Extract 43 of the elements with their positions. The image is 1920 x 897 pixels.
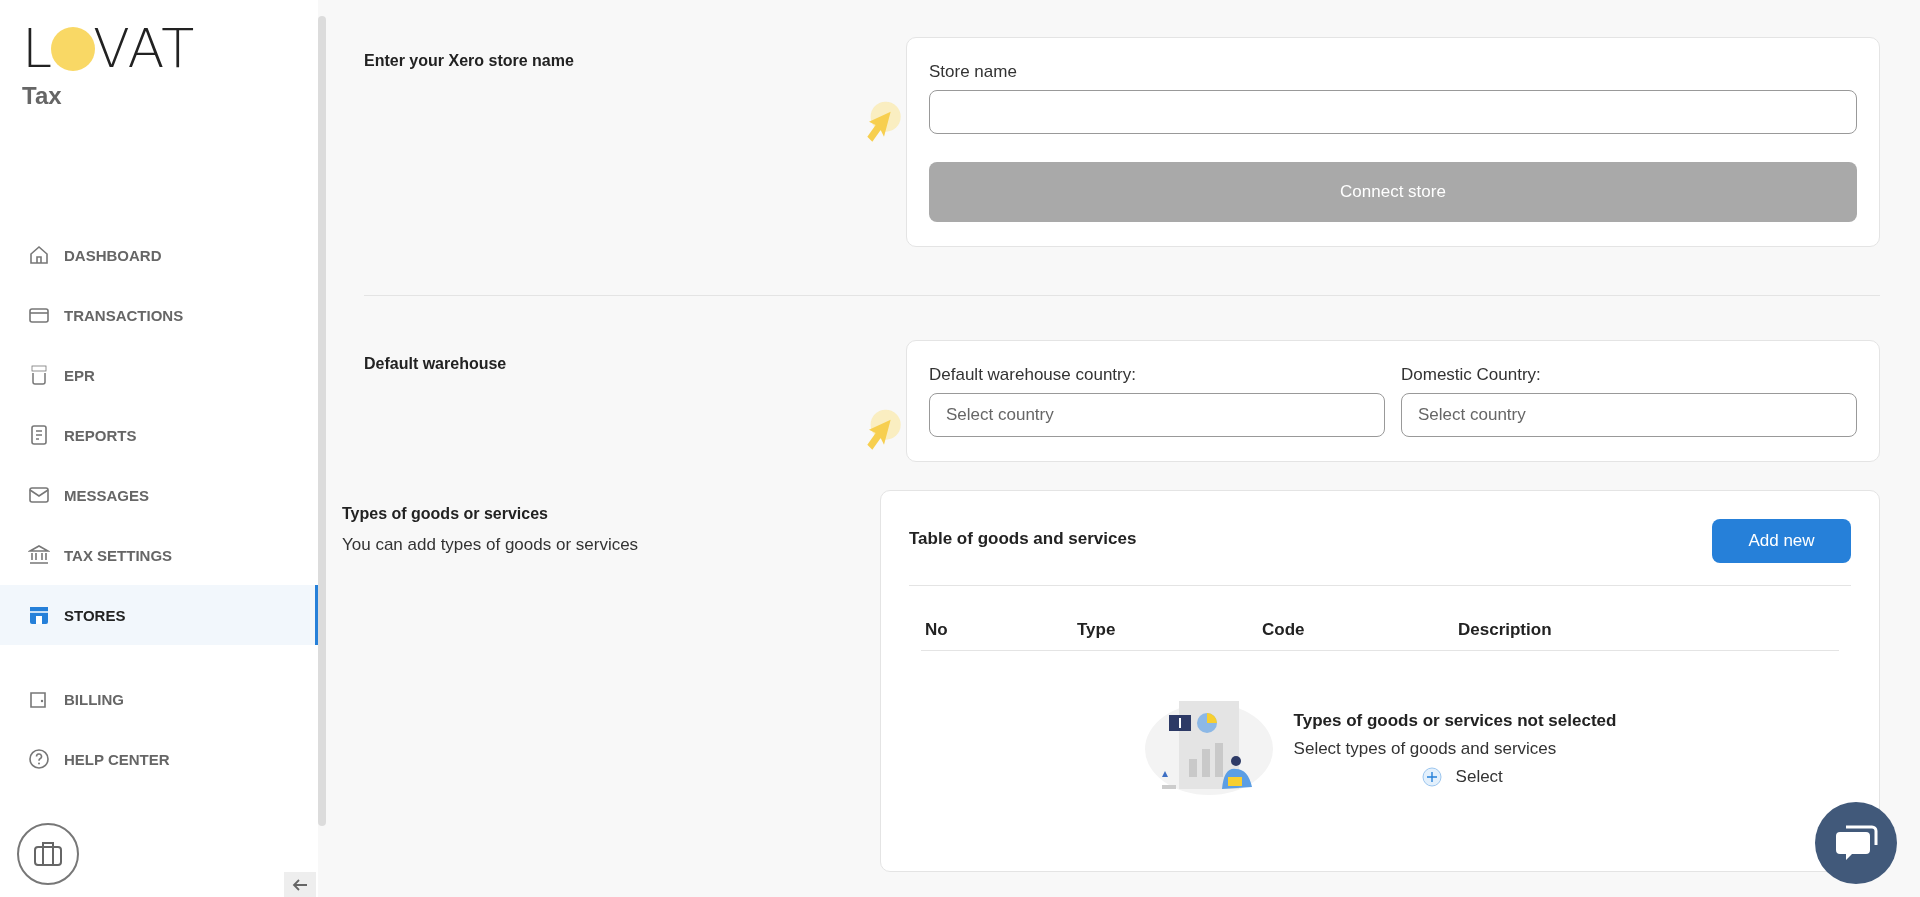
logo: L VAT (22, 26, 197, 72)
sidebar-item[interactable]: BILLING (0, 669, 318, 729)
field-label: Store name (929, 62, 1018, 82)
arrow-left-icon (292, 877, 308, 892)
report-icon (28, 424, 50, 446)
country-select[interactable]: Select country (1401, 393, 1857, 437)
sidebar-item[interactable]: REPORTS (0, 405, 318, 465)
house-icon (28, 244, 50, 266)
section-title: Enter your Xero store name (364, 52, 574, 70)
help-icon (28, 748, 50, 770)
sidebar-item[interactable]: DASHBOARD (0, 225, 318, 285)
collapse-button[interactable] (284, 872, 316, 897)
briefcase-icon (33, 840, 63, 868)
scrollbar-thumb[interactable] (318, 16, 326, 826)
section-description: You can add types of goods or services (342, 535, 640, 555)
sidebar-item[interactable]: EPR (0, 345, 318, 405)
column-header: No (925, 620, 949, 640)
sidebar-item[interactable]: HELP CENTER (0, 729, 318, 789)
column-header: Code (1262, 620, 1306, 640)
logo-subtitle: Tax (22, 82, 63, 110)
field-label: Default warehouse country: (929, 365, 1137, 385)
store-icon (28, 604, 50, 626)
sidebar-item[interactable]: TRANSACTIONS (0, 285, 318, 345)
country-select[interactable]: Select country (929, 393, 1385, 437)
select-button[interactable]: Select (1421, 767, 1503, 787)
field-label: Domestic Country: (1401, 365, 1542, 385)
sidebar-item[interactable]: MESSAGES (0, 465, 318, 525)
column-header: Type (1077, 620, 1117, 640)
empty-state-text: Select types of goods and services (1293, 739, 1558, 759)
column-header: Description (1458, 620, 1553, 640)
bank-icon (28, 544, 50, 566)
sidebar-item[interactable]: TAX SETTINGS (0, 525, 318, 585)
table-title: Table of goods and services (909, 529, 1137, 549)
document-icon (28, 364, 50, 386)
section-title: Types of goods or services (342, 505, 548, 523)
envelope-icon (28, 484, 50, 506)
section-title: Default warehouse (364, 355, 507, 373)
store-name-field[interactable] (929, 90, 1857, 134)
add-new-button[interactable]: Add new (1712, 519, 1851, 563)
plus-icon (1421, 767, 1442, 787)
sidebar-item[interactable]: STORES (0, 585, 318, 645)
empty-state-title: Types of goods or services not selected (1293, 711, 1617, 731)
chat-icon (1834, 823, 1878, 863)
